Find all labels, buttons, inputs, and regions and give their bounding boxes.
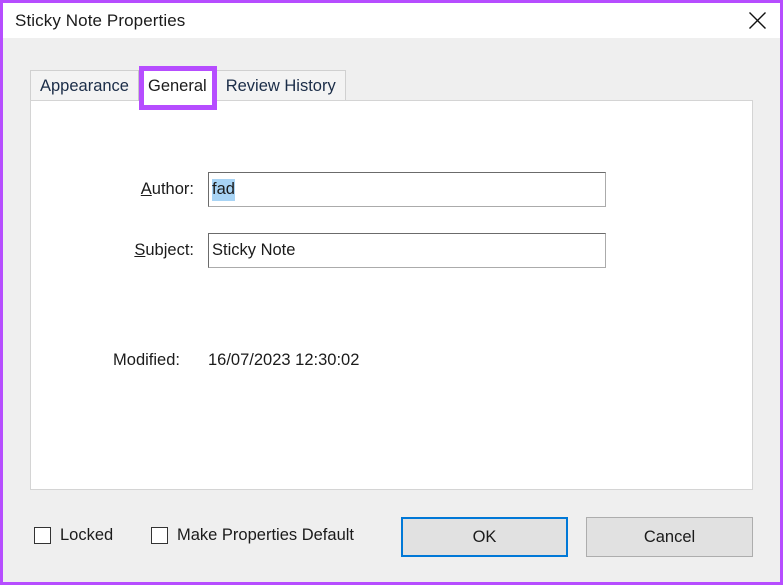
tab-general-label: General xyxy=(148,76,207,95)
author-label: Author: xyxy=(104,180,208,199)
make-properties-default-checkbox-row[interactable]: Make Properties Default xyxy=(151,526,354,545)
modified-label: Modified: xyxy=(113,351,180,369)
locked-checkbox-label: Locked xyxy=(60,526,114,544)
sticky-note-properties-dialog: Sticky Note Properties Appearance Genera… xyxy=(0,0,783,585)
ok-button[interactable]: OK xyxy=(401,517,568,557)
subject-row: Subject: Sticky Note xyxy=(104,233,606,268)
page-title: Sticky Note Properties xyxy=(15,10,186,30)
subject-label-rest: ubject: xyxy=(145,241,194,259)
author-label-rest: uthor: xyxy=(151,180,194,198)
subject-label-accel: S xyxy=(134,241,146,259)
cancel-button[interactable]: Cancel xyxy=(586,517,753,557)
author-label-accel: A xyxy=(140,180,152,198)
subject-input[interactable]: Sticky Note xyxy=(208,233,606,268)
modified-row: Modified: 16/07/2023 12:30:02 xyxy=(90,351,359,370)
cancel-button-label: Cancel xyxy=(643,527,696,546)
tab-review-history-label: Review History xyxy=(225,76,336,95)
locked-checkbox-row[interactable]: Locked xyxy=(34,526,113,545)
subject-input-value: Sticky Note xyxy=(212,241,296,259)
ok-button-label: OK xyxy=(472,527,497,546)
author-input[interactable]: fad xyxy=(208,172,606,207)
tab-appearance-label: Appearance xyxy=(40,76,129,95)
tab-appearance[interactable]: Appearance xyxy=(30,70,139,101)
locked-checkbox[interactable] xyxy=(34,527,51,544)
dialog-body: Appearance General Review History Author… xyxy=(3,38,780,582)
tab-general[interactable]: General xyxy=(138,70,217,101)
dialog-footer: Locked Make Properties Default OK Cancel xyxy=(3,506,780,582)
general-tab-panel: Author: fad Subject: Sticky Note Modifie… xyxy=(30,100,753,490)
modified-value: 16/07/2023 12:30:02 xyxy=(208,351,360,369)
close-icon xyxy=(748,11,767,30)
author-row: Author: fad xyxy=(104,172,606,207)
tab-review-history[interactable]: Review History xyxy=(215,70,346,101)
title-bar: Sticky Note Properties xyxy=(3,3,780,38)
tab-strip: Appearance General Review History xyxy=(30,70,346,101)
author-input-value: fad xyxy=(212,178,235,201)
make-properties-default-label: Make Properties Default xyxy=(177,526,354,544)
close-button[interactable] xyxy=(734,3,780,38)
make-properties-default-checkbox[interactable] xyxy=(151,527,168,544)
subject-label: Subject: xyxy=(104,241,208,260)
